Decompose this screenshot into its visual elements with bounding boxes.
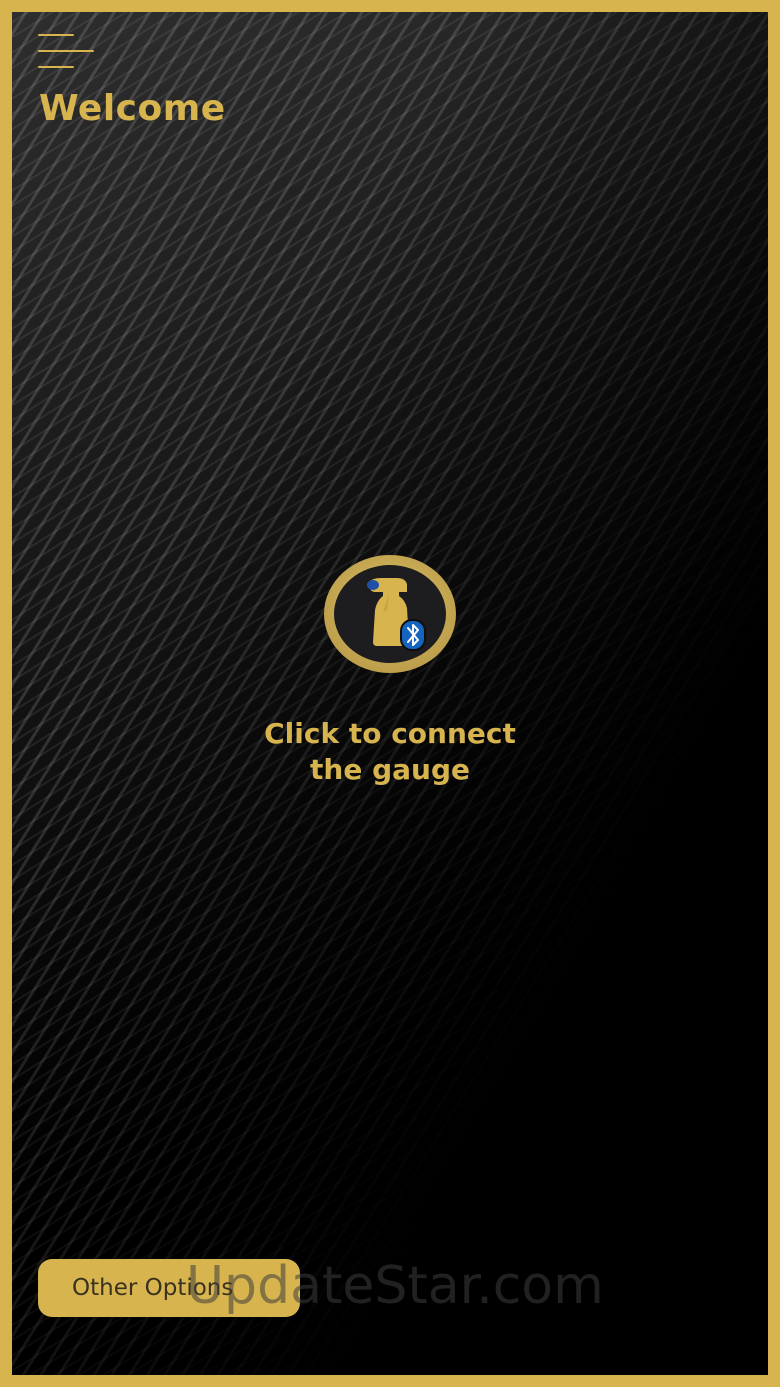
connect-gauge-button[interactable] <box>323 554 457 674</box>
connect-gauge-label[interactable]: Click to connect the gauge <box>190 716 590 788</box>
spray-bottle-bluetooth-icon <box>324 555 456 673</box>
connect-label-line2: the gauge <box>310 753 470 786</box>
connect-label-line1: Click to connect <box>264 717 516 750</box>
menu-line-bottom <box>38 66 74 68</box>
other-options-button[interactable]: Other Options <box>38 1259 300 1317</box>
hamburger-menu-icon[interactable] <box>38 34 96 70</box>
menu-line-top <box>38 34 74 36</box>
menu-line-middle <box>38 50 94 52</box>
app-screen: Welcome Click to connect the gauge Other… <box>0 0 780 1387</box>
background-mesh <box>12 12 768 1375</box>
page-title: Welcome <box>39 88 226 129</box>
